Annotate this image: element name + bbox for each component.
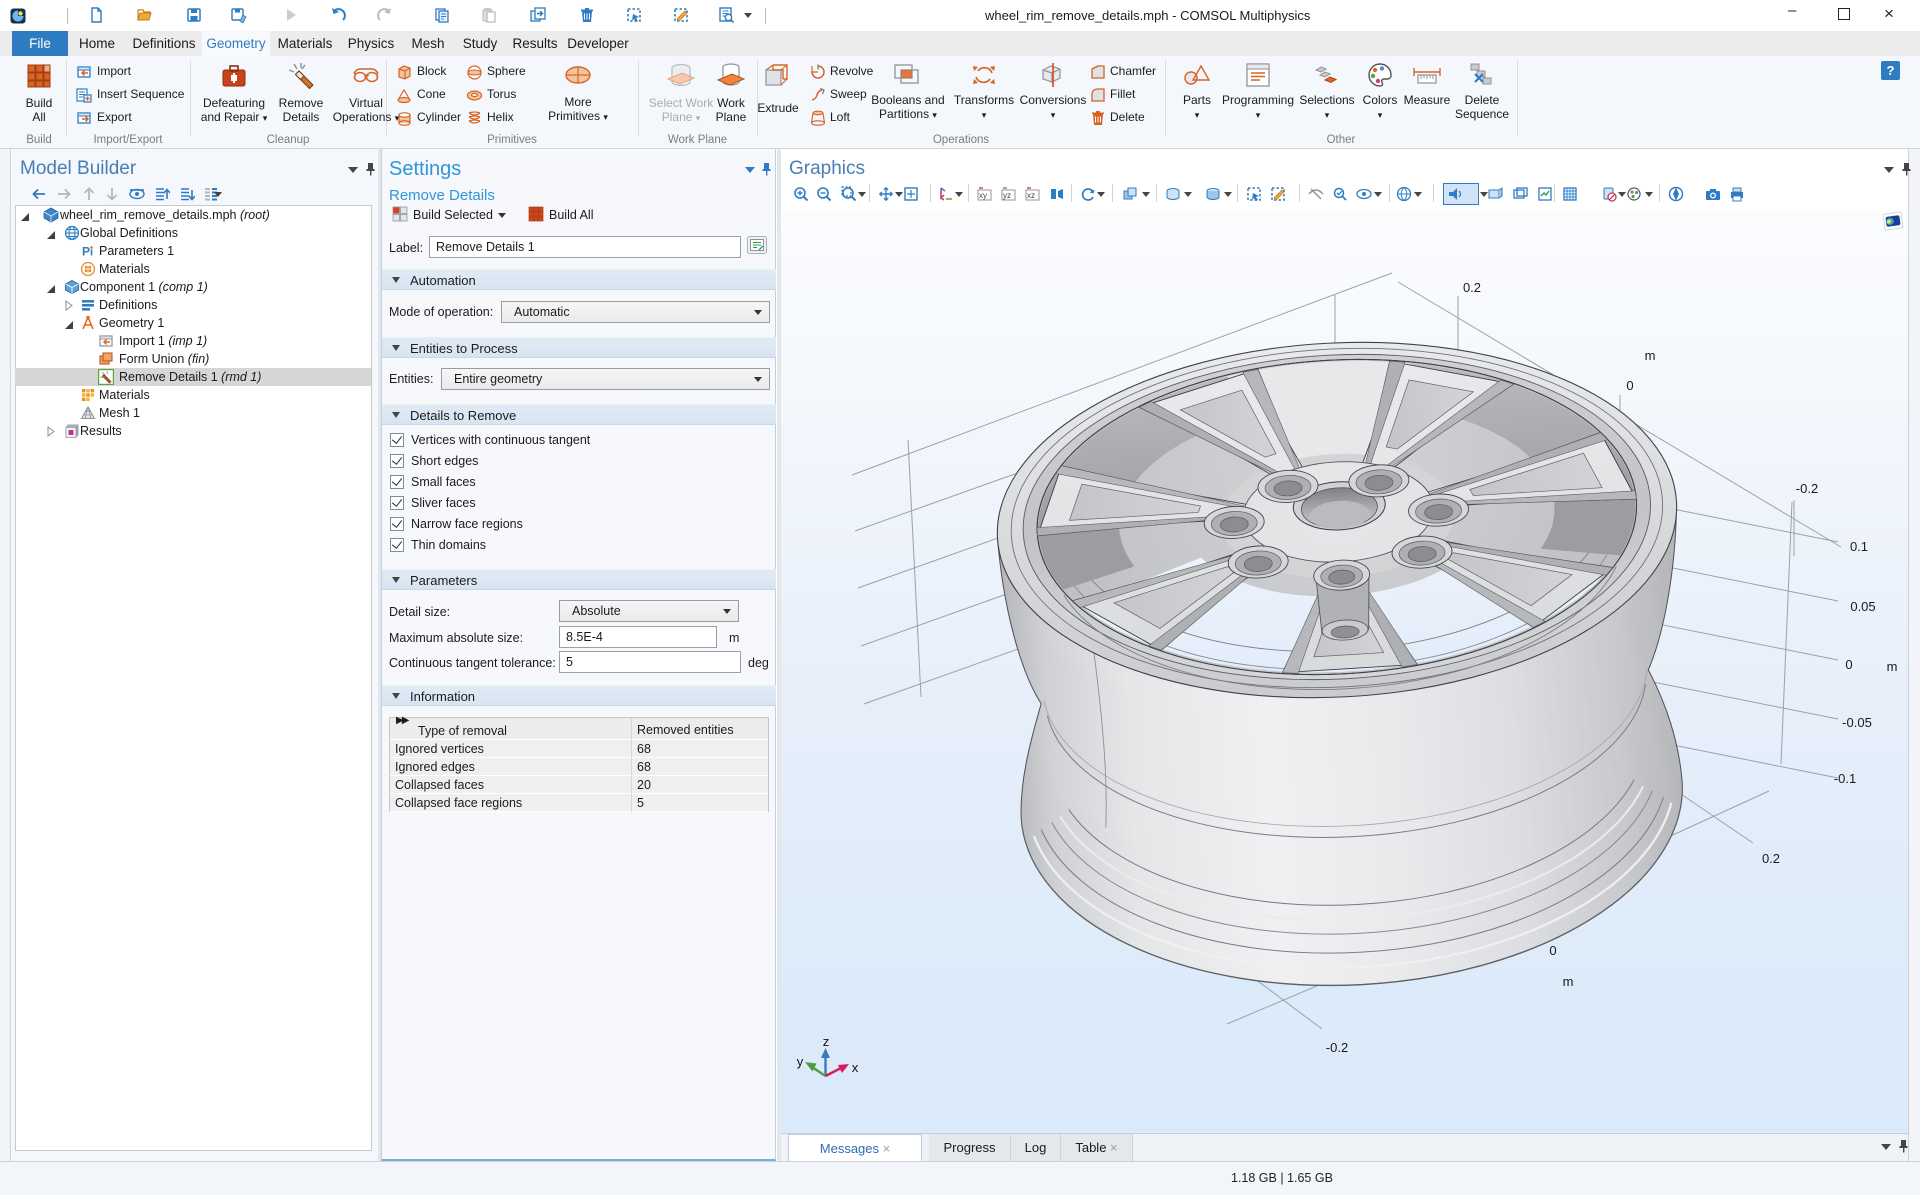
svg-text:0.2: 0.2 — [1762, 851, 1780, 866]
svg-text:0: 0 — [1626, 378, 1633, 393]
svg-text:-0.1: -0.1 — [1834, 771, 1856, 786]
svg-text:xz: xz — [1027, 191, 1035, 200]
svg-text:0.2: 0.2 — [1463, 280, 1481, 295]
svg-text:P: P — [82, 245, 90, 259]
svg-text:m: m — [1887, 659, 1898, 674]
svg-text:xy: xy — [979, 191, 987, 200]
svg-text:-0.05: -0.05 — [1842, 715, 1872, 730]
svg-text:-0.2: -0.2 — [1796, 481, 1818, 496]
svg-text:y: y — [797, 1054, 804, 1069]
svg-text:x: x — [852, 1060, 859, 1075]
svg-text:-0.2: -0.2 — [1326, 1040, 1348, 1055]
svg-text:0: 0 — [1549, 943, 1556, 958]
svg-text:yz: yz — [1003, 191, 1011, 200]
svg-text:z: z — [823, 1034, 830, 1049]
svg-text:m: m — [1645, 348, 1656, 363]
svg-text:0: 0 — [1845, 657, 1852, 672]
svg-text:0.05: 0.05 — [1850, 599, 1875, 614]
svg-text:0.1: 0.1 — [1850, 539, 1868, 554]
svg-text:m: m — [1563, 974, 1574, 989]
